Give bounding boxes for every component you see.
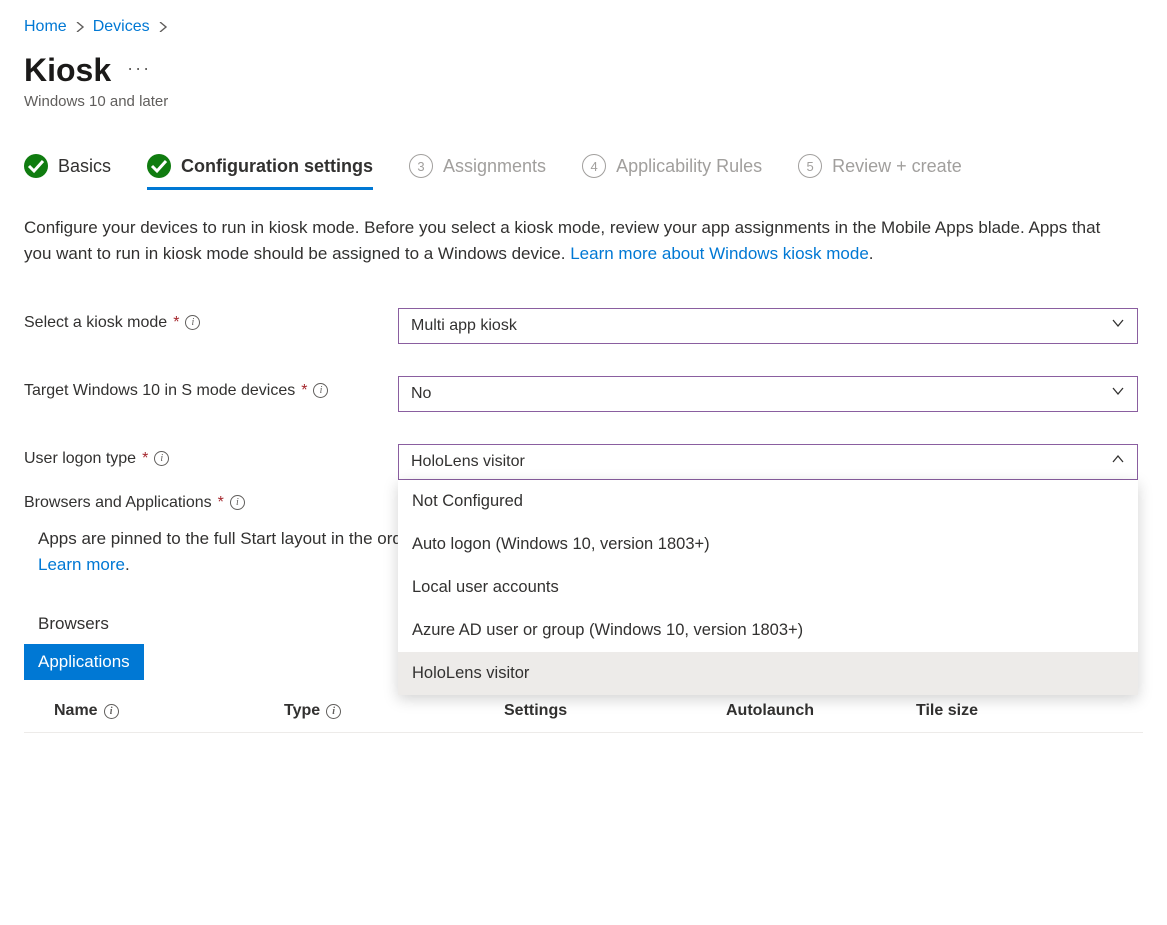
- apps-table-header: Name i Type i Settings Autolaunch Tile s…: [24, 688, 1143, 733]
- column-header-settings[interactable]: Settings: [504, 702, 726, 720]
- subtab-applications[interactable]: Applications: [24, 644, 144, 680]
- s-mode-select[interactable]: No: [398, 376, 1138, 412]
- wizard-tabs: Basics Configuration settings 3 Assignme…: [24, 154, 1143, 189]
- dropdown-option[interactable]: HoloLens visitor: [398, 652, 1138, 695]
- more-actions-button[interactable]: ···: [127, 58, 151, 83]
- column-header-autolaunch[interactable]: Autolaunch: [726, 702, 916, 720]
- info-icon[interactable]: i: [313, 383, 328, 398]
- kiosk-mode-select[interactable]: Multi app kiosk: [398, 308, 1138, 344]
- dropdown-option[interactable]: Azure AD user or group (Windows 10, vers…: [398, 609, 1138, 652]
- dropdown-option[interactable]: Auto logon (Windows 10, version 1803+): [398, 523, 1138, 566]
- tab-assignments[interactable]: 3 Assignments: [409, 154, 546, 188]
- select-value: HoloLens visitor: [411, 453, 525, 471]
- column-header-type[interactable]: Type i: [284, 702, 504, 720]
- tab-label: Configuration settings: [181, 156, 373, 177]
- info-icon[interactable]: i: [230, 495, 245, 510]
- chevron-down-icon: [1111, 316, 1125, 335]
- checkmark-icon: [147, 154, 171, 178]
- chevron-up-icon: [1111, 452, 1125, 471]
- tab-label: Review + create: [832, 156, 962, 177]
- dropdown-option[interactable]: Local user accounts: [398, 566, 1138, 609]
- tab-configuration-settings[interactable]: Configuration settings: [147, 154, 373, 188]
- page-title: Kiosk: [24, 52, 111, 89]
- tab-label: Assignments: [443, 156, 546, 177]
- info-icon[interactable]: i: [185, 315, 200, 330]
- chevron-right-icon: [158, 19, 168, 35]
- column-header-name[interactable]: Name i: [54, 702, 284, 720]
- tab-basics[interactable]: Basics: [24, 154, 111, 188]
- tab-review-create[interactable]: 5 Review + create: [798, 154, 962, 188]
- column-header-tilesize[interactable]: Tile size: [916, 702, 1076, 720]
- chevron-right-icon: [75, 19, 85, 35]
- select-value: No: [411, 385, 431, 403]
- kiosk-mode-label: Select a kiosk mode * i: [24, 308, 398, 332]
- select-value: Multi app kiosk: [411, 317, 517, 335]
- step-number-badge: 5: [798, 154, 822, 178]
- step-number-badge: 4: [582, 154, 606, 178]
- required-asterisk: *: [142, 450, 148, 468]
- breadcrumb-home[interactable]: Home: [24, 18, 67, 36]
- learn-more-link[interactable]: Learn more about Windows kiosk mode: [570, 244, 869, 263]
- info-icon[interactable]: i: [326, 704, 341, 719]
- step-number-badge: 3: [409, 154, 433, 178]
- page-subtitle: Windows 10 and later: [24, 93, 1143, 110]
- logon-type-dropdown: Not Configured Auto logon (Windows 10, v…: [398, 480, 1138, 695]
- logon-type-select[interactable]: HoloLens visitor: [398, 444, 1138, 480]
- checkmark-icon: [24, 154, 48, 178]
- s-mode-label: Target Windows 10 in S mode devices * i: [24, 376, 398, 400]
- chevron-down-icon: [1111, 384, 1125, 403]
- required-asterisk: *: [301, 382, 307, 400]
- breadcrumb-devices[interactable]: Devices: [93, 18, 150, 36]
- required-asterisk: *: [218, 494, 224, 512]
- tab-label: Basics: [58, 156, 111, 177]
- breadcrumb: Home Devices: [24, 18, 1143, 36]
- description-text: Configure your devices to run in kiosk m…: [24, 215, 1104, 268]
- logon-type-label: User logon type * i: [24, 444, 398, 468]
- learn-more-link[interactable]: Learn more: [38, 555, 125, 574]
- info-icon[interactable]: i: [154, 451, 169, 466]
- tab-applicability-rules[interactable]: 4 Applicability Rules: [582, 154, 762, 188]
- subtab-browsers[interactable]: Browsers: [38, 604, 141, 644]
- tab-label: Applicability Rules: [616, 156, 762, 177]
- info-icon[interactable]: i: [104, 704, 119, 719]
- required-asterisk: *: [173, 314, 179, 332]
- dropdown-option[interactable]: Not Configured: [398, 480, 1138, 523]
